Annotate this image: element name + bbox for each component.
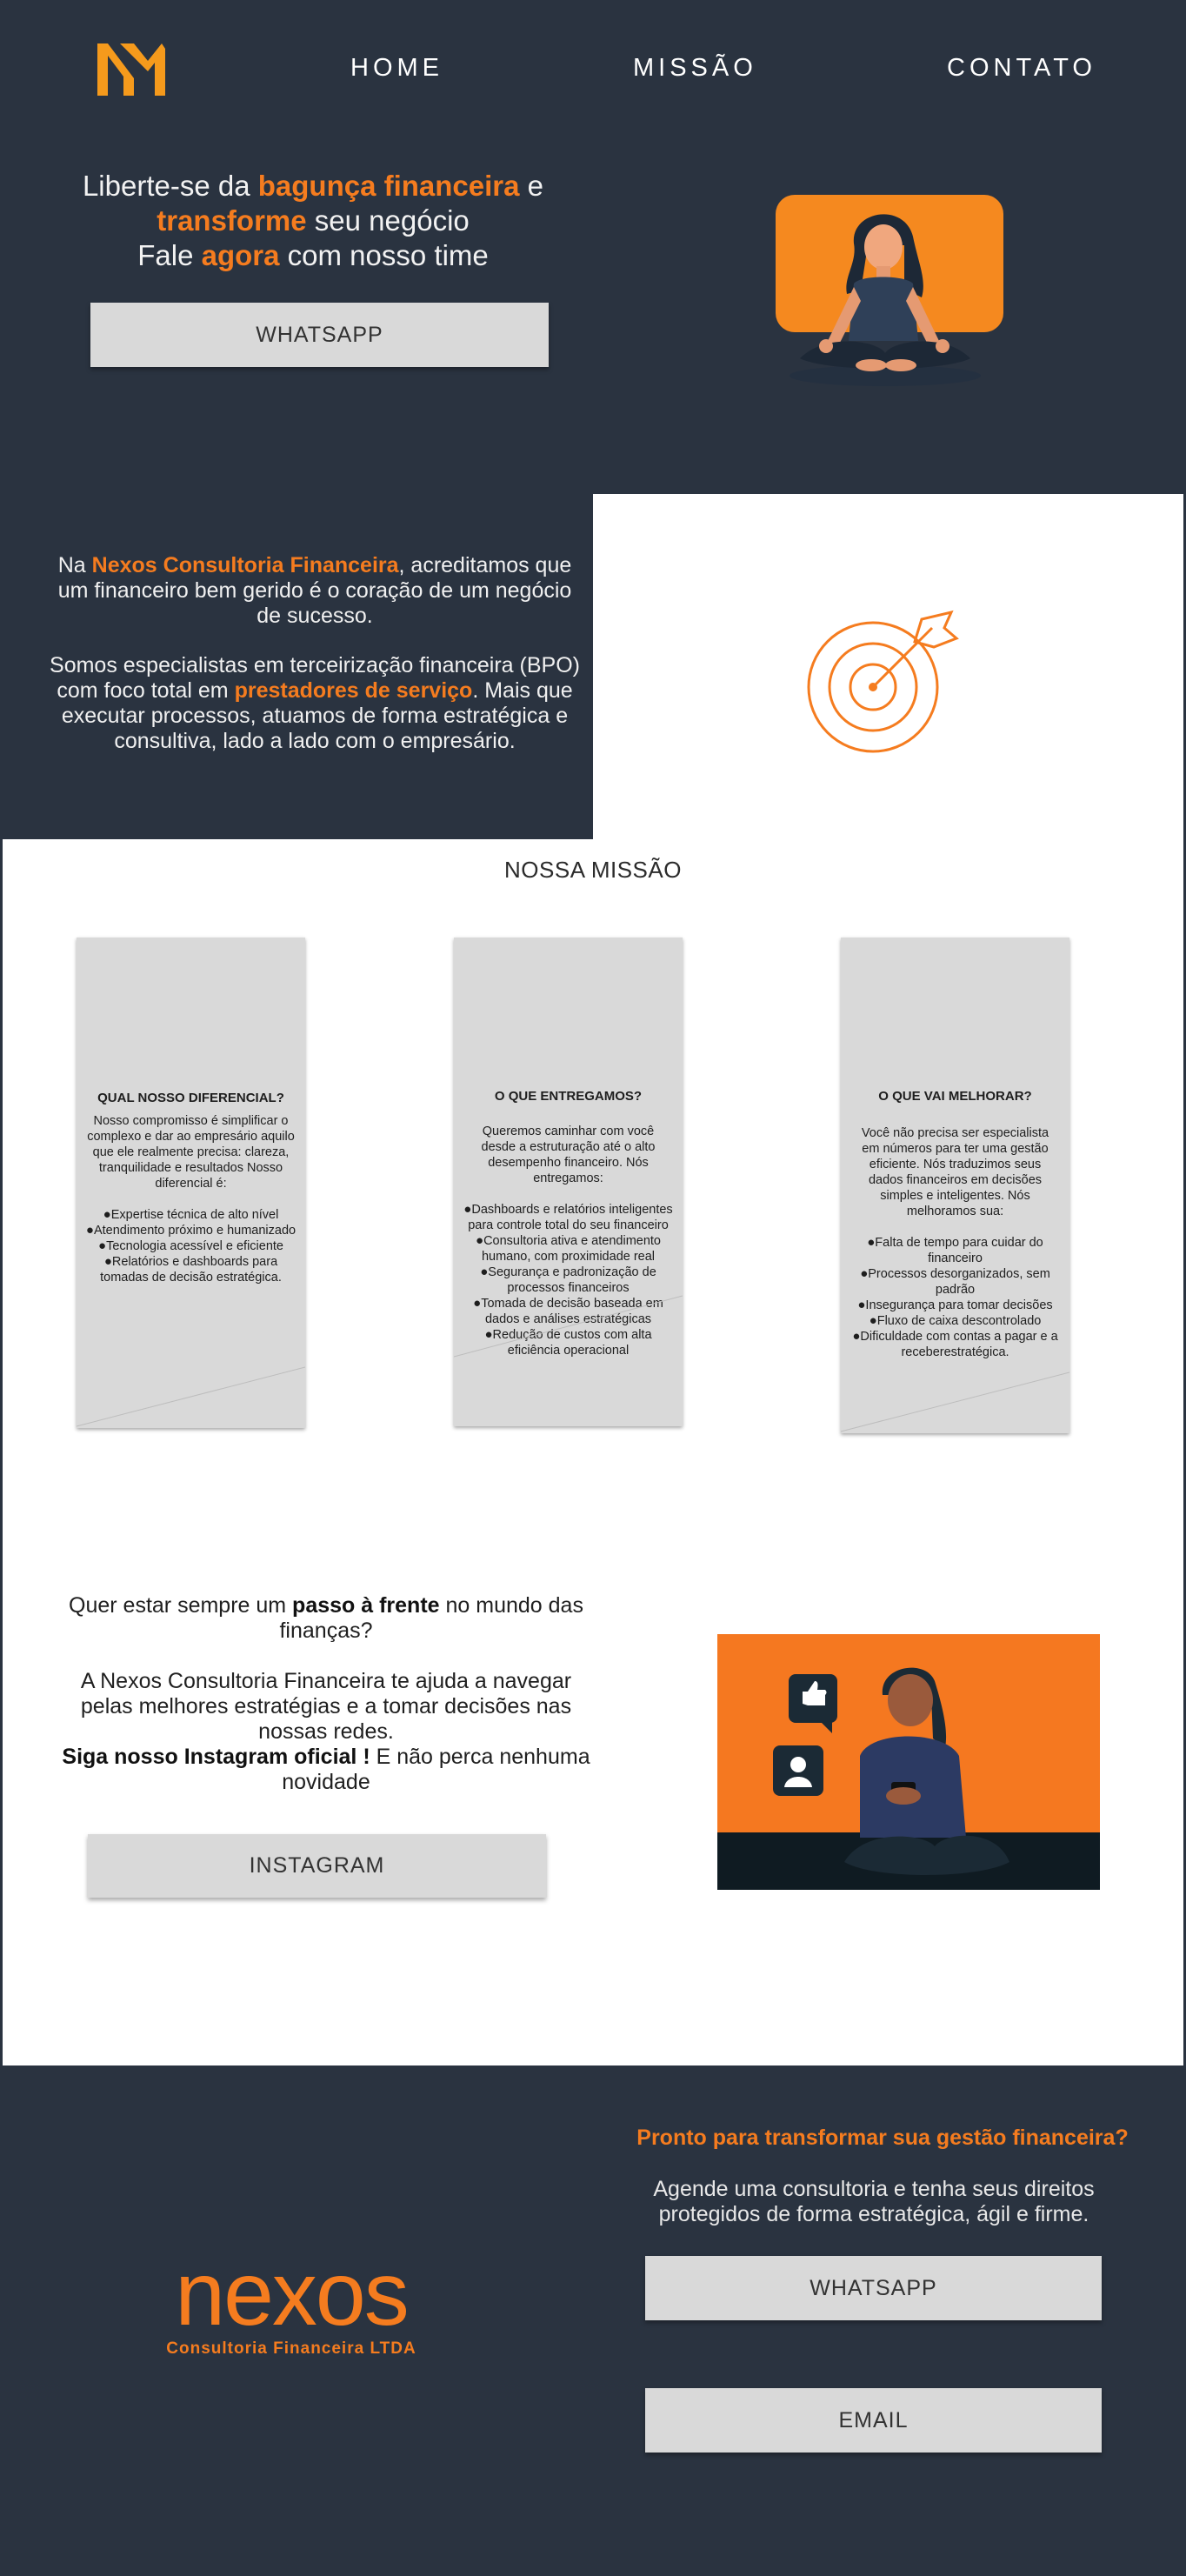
list-item: Tecnologia acessível e eficiente (85, 1238, 296, 1254)
card-title: QUAL NOSSO DIFERENCIAL? (97, 1091, 284, 1105)
list-item: Relatórios e dashboards para tomadas de … (85, 1254, 296, 1285)
social-media-illustration (717, 1634, 1100, 1890)
card-body: Você não precisa ser especialista em núm… (861, 1126, 1049, 1218)
card-decoration (454, 1295, 683, 1358)
card-list: Expertise técnica de alto nível Atendime… (85, 1207, 296, 1285)
list-item: Insegurança para tomar decisões (850, 1298, 1061, 1313)
about-text: Na Nexos Consultoria Financeira, acredit… (50, 553, 580, 753)
hero-whatsapp-button[interactable]: WHATSAPP (90, 303, 549, 367)
instagram-button[interactable]: INSTAGRAM (88, 1834, 546, 1898)
nav-home[interactable]: HOME (350, 54, 443, 83)
footer-email-button[interactable]: EMAIL (645, 2388, 1102, 2453)
card-decoration (841, 1371, 1069, 1432)
card-body: Nosso compromisso é simplificar o comple… (87, 1114, 295, 1191)
card-title: O QUE VAI MELHORAR? (878, 1089, 1032, 1104)
footer-logo: nexos Consultoria Financeira LTDA (130, 2244, 452, 2374)
footer-logo-wordmark: nexos (175, 2244, 410, 2345)
list-item: Falta de tempo para cuidar do financeiro (850, 1235, 1061, 1266)
card-decoration (77, 1366, 305, 1427)
card-body: Queremos caminhar com você desde a estru… (481, 1124, 656, 1185)
hero-headline: Liberte-se da bagunça financeira e trans… (82, 170, 544, 271)
footer-subtitle: Agende uma consultoria e tenha seus dire… (653, 2177, 1095, 2226)
list-item: Processos desorganizados, sem padrão (850, 1266, 1061, 1298)
target-icon (807, 610, 959, 753)
mission-card-differential: QUAL NOSSO DIFERENCIAL? Nosso compromiss… (77, 938, 305, 1428)
header: HOME MISSÃO CONTATO (0, 0, 1186, 139)
nexos-logo-icon[interactable] (94, 38, 167, 99)
list-item: Dashboards e relatórios inteligentes par… (463, 1202, 674, 1233)
footer-whatsapp-button[interactable]: WHATSAPP (645, 2256, 1102, 2320)
card-list: Falta de tempo para cuidar do financeiro… (850, 1235, 1061, 1360)
mission-card-improvements: O QUE VAI MELHORAR? Você não precisa ser… (841, 938, 1069, 1433)
nav-contato[interactable]: CONTATO (947, 54, 1096, 83)
footer-question: Pronto para transformar sua gestão finan… (636, 2126, 1129, 2150)
list-item: Atendimento próximo e humanizado (85, 1223, 296, 1238)
mission-title: NOSSA MISSÃO (504, 857, 682, 883)
list-item: Fluxo de caixa descontrolado (850, 1313, 1061, 1329)
meditation-illustration (776, 195, 1003, 386)
card-title: O QUE ENTREGAMOS? (494, 1089, 643, 1104)
footer-logo-subtitle: Consultoria Financeira LTDA (166, 2339, 416, 2358)
list-item: Expertise técnica de alto nível (85, 1207, 296, 1223)
mission-card-deliverables: O QUE ENTREGAMOS? Queremos caminhar com … (454, 938, 683, 1426)
instagram-text: Quer estar sempre um passo à frente no m… (62, 1593, 590, 1794)
nav-missao[interactable]: MISSÃO (633, 54, 757, 83)
